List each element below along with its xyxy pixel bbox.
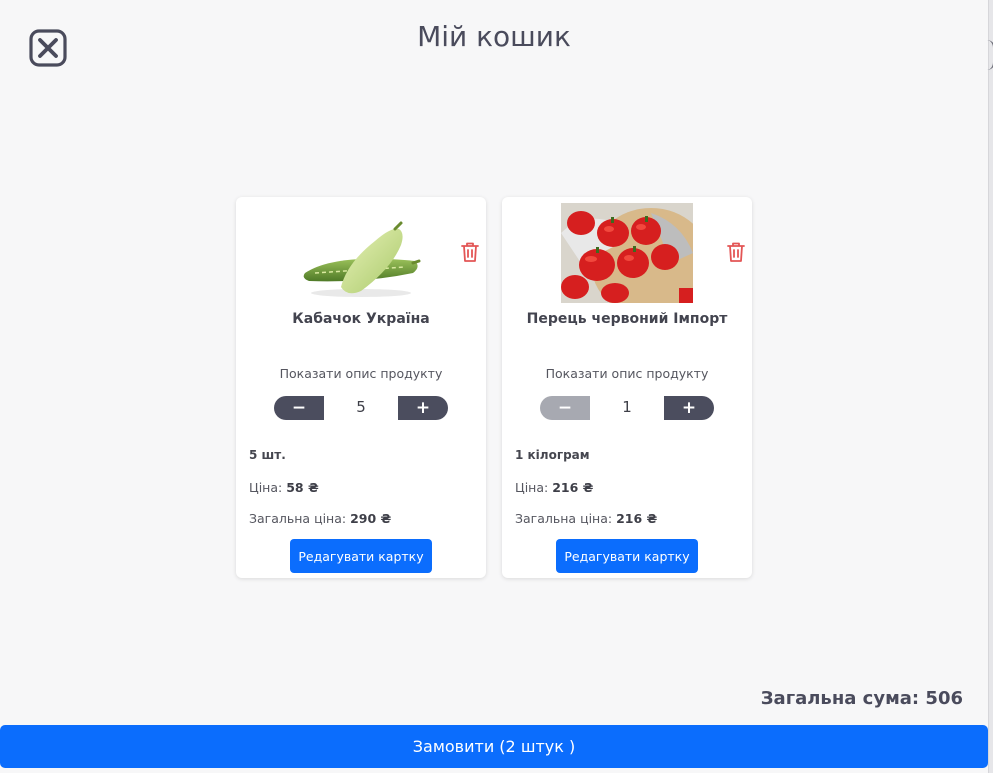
trash-icon[interactable] bbox=[460, 241, 480, 263]
increment-button[interactable]: + bbox=[664, 396, 714, 420]
edit-card-button[interactable]: Редагувати картку bbox=[290, 539, 432, 573]
price-line: Ціна: 216 ₴ bbox=[515, 480, 593, 495]
decrement-button[interactable]: − bbox=[274, 396, 324, 420]
price-label: Ціна: bbox=[515, 480, 549, 495]
total-label: Загальна ціна: bbox=[515, 511, 613, 526]
price-line: Ціна: 58 ₴ bbox=[249, 480, 319, 495]
product-image-red-pepper bbox=[561, 203, 711, 318]
sum-value: 506 bbox=[925, 688, 963, 709]
price-value: 216 ₴ bbox=[552, 480, 594, 495]
decrement-button[interactable]: − bbox=[540, 396, 590, 420]
price-label: Ціна: bbox=[249, 480, 283, 495]
unit-amount: 1 кілограм bbox=[515, 448, 590, 462]
price-value: 58 ₴ bbox=[286, 480, 319, 495]
cart-total-sum: Загальна сума: 506 bbox=[761, 688, 963, 709]
quantity-value: 5 bbox=[356, 398, 366, 416]
unit-amount: 5 шт. bbox=[249, 448, 286, 462]
quantity-stepper: − 5 + bbox=[274, 396, 448, 420]
total-value: 216 ₴ bbox=[616, 511, 658, 526]
product-name: Кабачок Україна bbox=[292, 311, 430, 327]
increment-button[interactable]: + bbox=[398, 396, 448, 420]
total-line: Загальна ціна: 290 ₴ bbox=[249, 511, 391, 526]
quantity-stepper: − 1 + bbox=[540, 396, 714, 420]
page-title: Мій кошик bbox=[417, 20, 571, 53]
quantity-value: 1 bbox=[622, 398, 632, 416]
product-name: Перець червоний Імпорт bbox=[526, 311, 728, 327]
total-label: Загальна ціна: bbox=[249, 511, 347, 526]
trash-icon[interactable] bbox=[726, 241, 746, 263]
show-description-link[interactable]: Показати опис продукту bbox=[236, 366, 486, 381]
cart-item-card: Перець червоний Імпорт Показати опис про… bbox=[502, 197, 752, 578]
total-line: Загальна ціна: 216 ₴ bbox=[515, 511, 657, 526]
total-value: 290 ₴ bbox=[350, 511, 392, 526]
order-button[interactable]: Замовити (2 штук ) bbox=[0, 725, 988, 768]
sum-label: Загальна сума: bbox=[760, 688, 920, 709]
cart-item-card: Кабачок Україна Показати опис продукту −… bbox=[236, 197, 486, 578]
cart-modal: Мій кошик Кабачок Україна Показати опис … bbox=[0, 0, 989, 773]
edit-card-button[interactable]: Редагувати картку bbox=[556, 539, 698, 573]
product-image-zucchini bbox=[295, 203, 427, 303]
show-description-link[interactable]: Показати опис продукту bbox=[502, 366, 752, 381]
